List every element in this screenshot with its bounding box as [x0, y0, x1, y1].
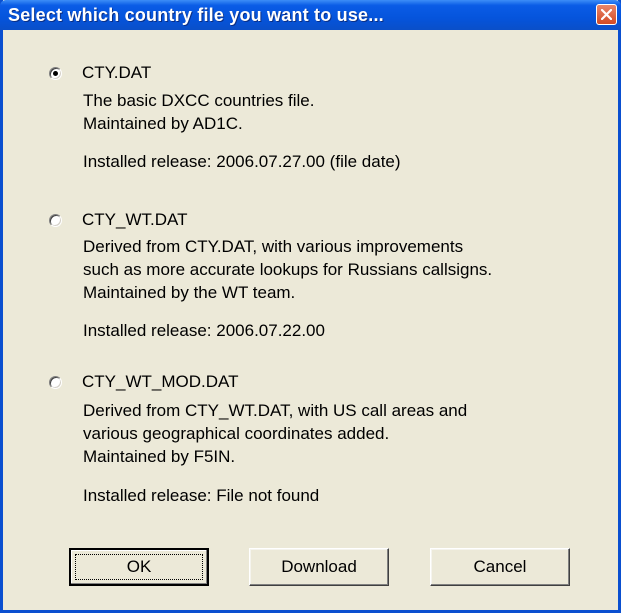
title-bar[interactable]: Select which country file you want to us… — [0, 0, 621, 30]
close-icon — [601, 9, 612, 20]
ok-button[interactable]: OK — [69, 548, 209, 586]
radio-button-cty-wt-dat[interactable] — [49, 213, 62, 227]
download-button[interactable]: Download — [249, 548, 389, 586]
description-line: Derived from CTY.DAT, with various impro… — [83, 237, 464, 256]
radio-label-cty-wt-mod-dat[interactable]: CTY_WT_MOD.DAT — [82, 372, 238, 392]
description-line: Maintained by the WT team. — [83, 283, 296, 302]
description-line: Maintained by F5IN. — [83, 447, 236, 466]
installed-release: Installed release: 2006.07.22.00 — [83, 321, 325, 340]
radio-button-cty-wt-mod-dat[interactable] — [49, 375, 62, 389]
description-line: such as more accurate lookups for Russia… — [83, 260, 493, 279]
description-line: Derived from CTY_WT.DAT, with US call ar… — [83, 401, 468, 420]
installed-release: Installed release: 2006.07.27.00 (file d… — [83, 152, 401, 171]
radio-label-cty-dat[interactable]: CTY.DAT — [82, 63, 151, 83]
radio-cty-dat[interactable]: CTY.DAT — [49, 62, 151, 84]
radio-button-cty-dat[interactable] — [49, 66, 62, 80]
download-button-label: Download — [281, 557, 357, 576]
radio-cty-wt-mod-dat[interactable]: CTY_WT_MOD.DAT — [49, 371, 238, 393]
description-line: Maintained by AD1C. — [83, 114, 243, 133]
cancel-button-label: Cancel — [473, 557, 527, 576]
dialog-title: Select which country file you want to us… — [8, 5, 384, 25]
cancel-button[interactable]: Cancel — [430, 548, 570, 586]
focus-rectangle — [75, 554, 203, 580]
description-line: various geographical coordinates added. — [83, 424, 390, 443]
radio-label-cty-wt-dat[interactable]: CTY_WT.DAT — [82, 210, 187, 230]
radio-cty-wt-dat[interactable]: CTY_WT.DAT — [49, 209, 187, 231]
description-line: The basic DXCC countries file. — [83, 91, 315, 110]
installed-release: Installed release: File not found — [83, 486, 320, 505]
country-file-dialog: Select which country file you want to us… — [0, 0, 621, 613]
close-button[interactable] — [596, 4, 617, 25]
